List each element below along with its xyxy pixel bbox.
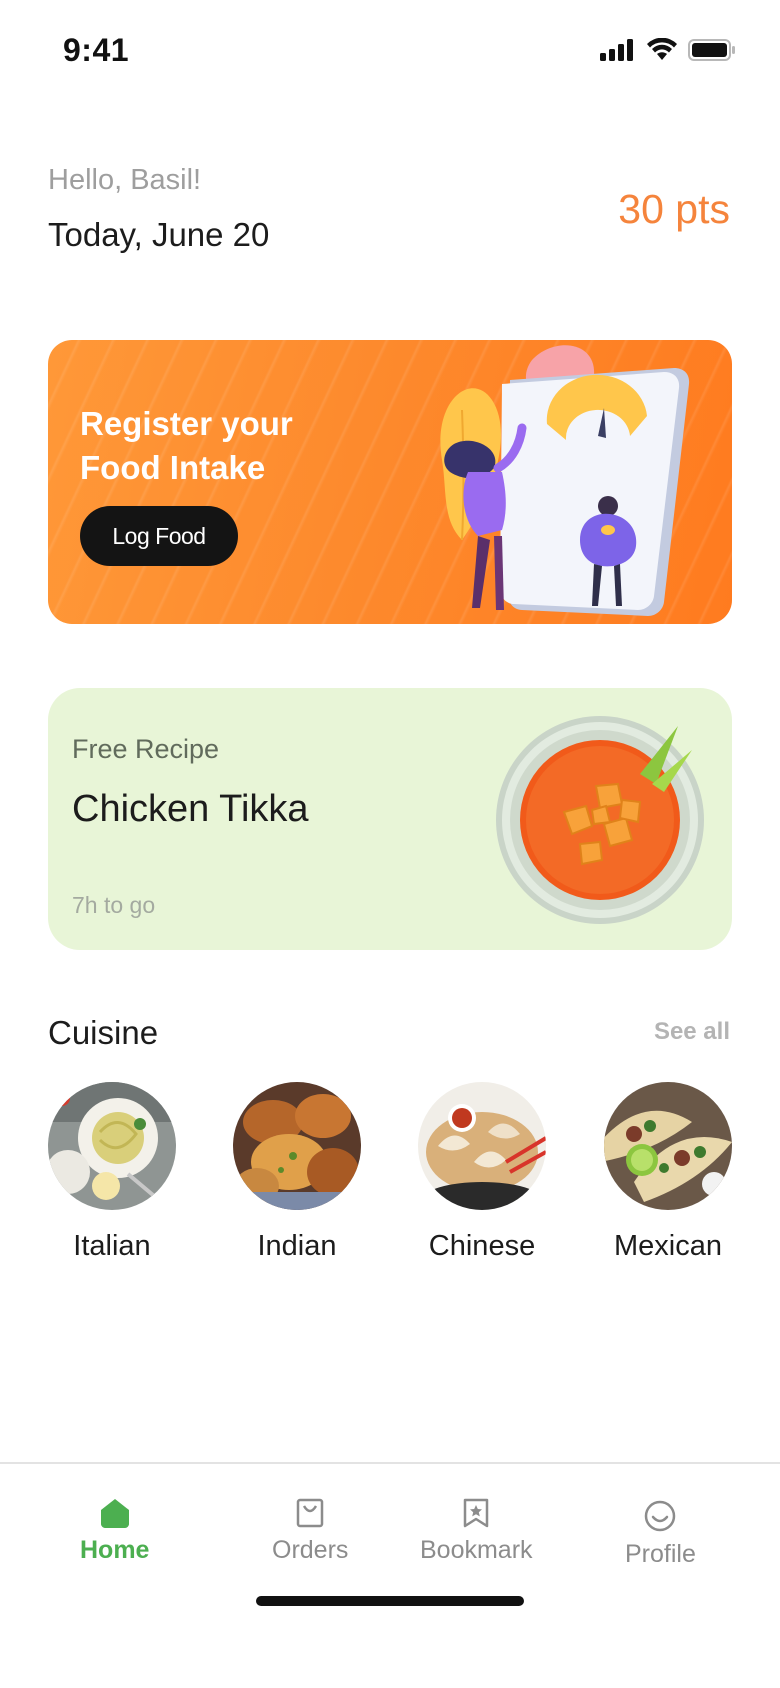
home-indicator[interactable]	[256, 1596, 524, 1606]
smiley-face-icon	[644, 1484, 676, 1532]
cuisine-item-indian[interactable]: Indian	[233, 1082, 361, 1263]
log-food-button[interactable]: Log Food	[80, 506, 238, 566]
wifi-icon	[647, 38, 677, 60]
cuisine-label: Chinese	[428, 1230, 536, 1262]
recipe-tag: Free Recipe	[72, 734, 220, 764]
status-icons	[600, 38, 736, 62]
home-icon	[98, 1484, 132, 1528]
curry-bowl-illustration	[496, 716, 704, 924]
nav-item-profile[interactable]: Profile	[625, 1484, 696, 1569]
points-badge[interactable]: 30 pts	[618, 186, 730, 233]
cuisine-label: Mexican	[614, 1230, 722, 1262]
nav-item-orders[interactable]: Orders	[272, 1484, 348, 1565]
log-food-banner[interactable]: Register your Food Intake Log Food	[48, 340, 732, 624]
cuisine-label: Italian	[73, 1230, 151, 1262]
date-text: Today, June 20	[48, 216, 270, 253]
bookmark-icon	[462, 1484, 490, 1528]
nav-label: Bookmark	[420, 1536, 533, 1564]
cuisine-label: Indian	[257, 1230, 337, 1262]
status-bar: 9:41	[0, 0, 780, 100]
nav-item-home[interactable]: Home	[80, 1484, 149, 1565]
bottom-navigation: Home Orders Bookmark Profile	[0, 1462, 780, 1688]
greeting-text: Hello, Basil!	[48, 164, 202, 196]
dumplings-photo	[418, 1082, 546, 1210]
nav-label: Profile	[625, 1540, 696, 1568]
nav-label: Home	[80, 1536, 150, 1564]
tacos-photo	[604, 1082, 732, 1210]
status-time: 9:41	[63, 32, 130, 68]
banner-title: Register your Food Intake	[80, 405, 293, 486]
battery-icon	[688, 39, 735, 61]
recipe-name: Chicken Tikka	[72, 788, 309, 830]
pasta-photo	[48, 1082, 176, 1210]
cuisine-item-chinese[interactable]: Chinese	[418, 1082, 546, 1263]
cuisine-section-title: Cuisine	[48, 1014, 159, 1051]
nav-item-bookmark[interactable]: Bookmark	[420, 1484, 533, 1565]
free-recipe-card[interactable]: Free Recipe Chicken Tikka 7h to go	[48, 688, 732, 950]
cuisine-item-mexican[interactable]: Mexican	[604, 1082, 732, 1263]
weight-scale-illustration	[440, 345, 690, 616]
recipe-time-left: 7h to go	[72, 892, 156, 918]
fried-pakora-photo	[233, 1082, 361, 1210]
cellular-signal-icon	[600, 39, 633, 61]
cuisine-item-italian[interactable]: Italian	[48, 1082, 176, 1263]
shopping-bag-icon	[296, 1484, 324, 1528]
see-all-link[interactable]: See all	[654, 1018, 730, 1046]
cuisine-list: Italian Indian Chinese Mexican	[48, 1082, 734, 1262]
nav-label: Orders	[272, 1536, 349, 1564]
